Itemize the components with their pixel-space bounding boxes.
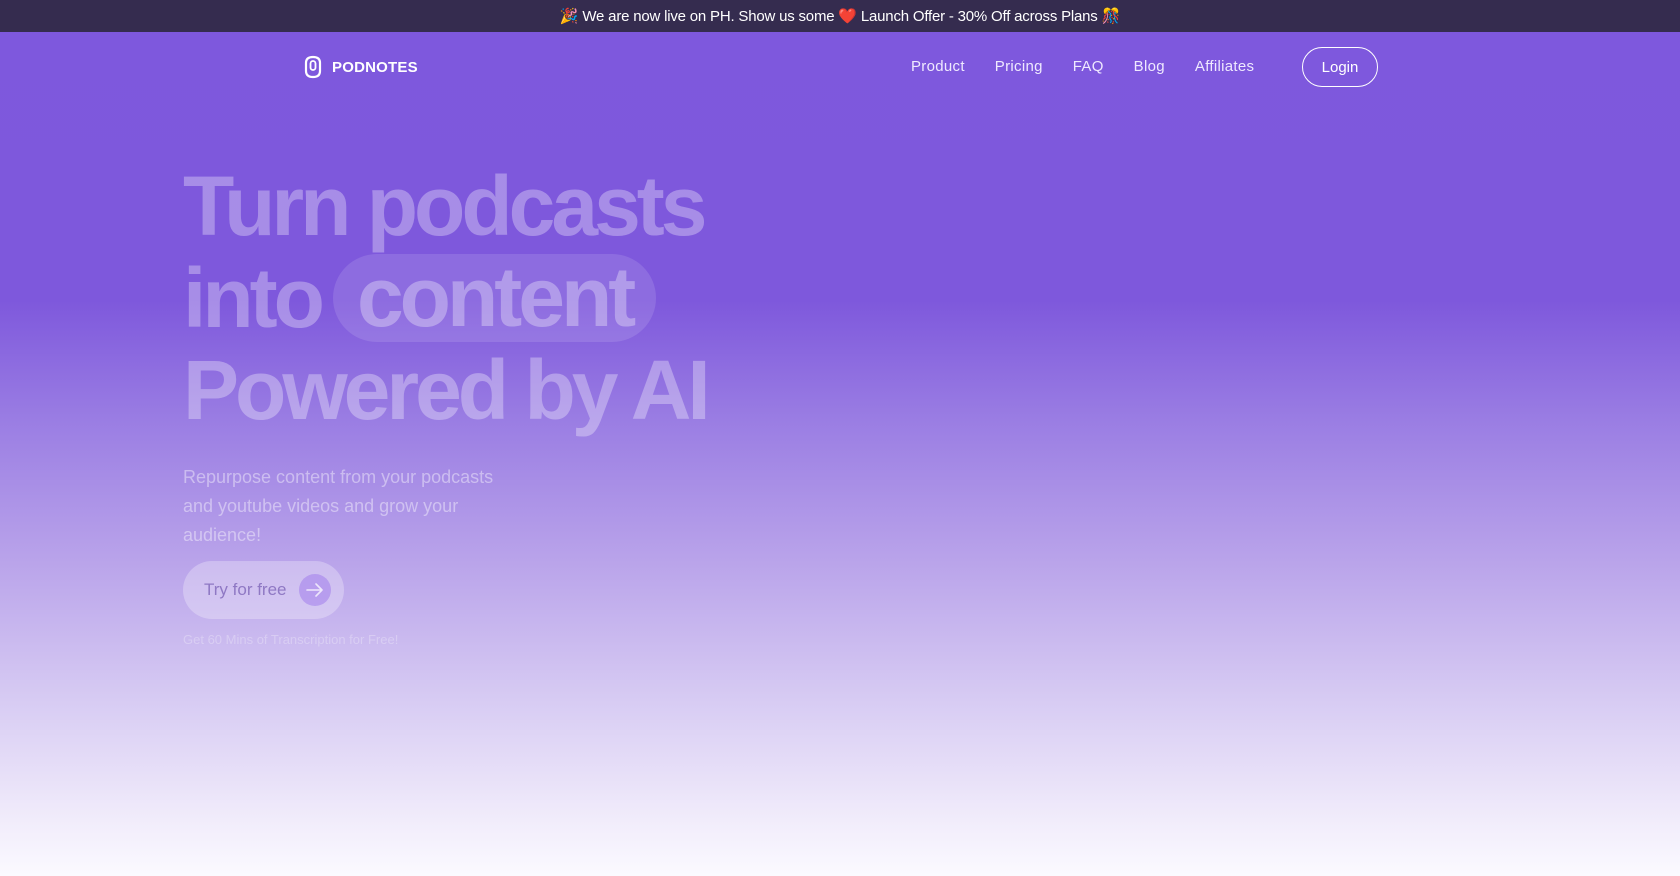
banner-text-start: We are now live on PH. Show us some <box>582 7 835 25</box>
nav-link-pricing[interactable]: Pricing <box>995 58 1043 75</box>
brand-logo[interactable]: PODNOTES <box>302 55 418 79</box>
free-trial-note: Get 60 Mins of Transcription for Free! <box>183 632 399 647</box>
arrow-right-icon <box>298 574 331 606</box>
top-navigation: PODNOTES Product Pricing FAQ Blog Affili… <box>0 32 1680 104</box>
nav-link-blog[interactable]: Blog <box>1134 58 1165 75</box>
announcement-banner[interactable]: 🎉 We are now live on PH. Show us some ❤️… <box>0 0 1680 32</box>
party-popper-icon: 🎉 <box>559 8 579 25</box>
podnotes-logo-icon <box>304 55 322 79</box>
landing-page: 🎉 We are now live on PH. Show us some ❤️… <box>0 0 1680 876</box>
confetti-icon: 🎊 <box>1101 8 1121 25</box>
hero-line-2-prefix: into <box>183 251 325 345</box>
nav-link-faq[interactable]: FAQ <box>1073 58 1104 75</box>
nav-links: Product Pricing FAQ Blog Affiliates <box>911 58 1284 75</box>
try-for-free-button[interactable]: Try for free <box>183 561 344 619</box>
banner-text-end: Launch Offer - 30% Off across Plans <box>860 7 1098 25</box>
heart-icon: ❤️ <box>838 8 857 25</box>
hero-highlight-pill: content <box>332 254 657 342</box>
login-button[interactable]: Login <box>1302 47 1378 87</box>
hero-line-2: into content <box>183 252 707 344</box>
cta-label: Try for free <box>204 580 287 599</box>
nav-link-affiliates[interactable]: Affiliates <box>1195 58 1254 75</box>
hero-subtitle: Repurpose content from your podcasts and… <box>183 467 494 545</box>
hero-line-3: Powered by AI <box>183 343 711 437</box>
nav-link-product[interactable]: Product <box>911 58 965 75</box>
hero-heading: Turn podcasts into content Powered by AI <box>183 159 711 437</box>
brand-name: PODNOTES <box>332 58 418 76</box>
hero-line-1: Turn podcasts <box>183 159 707 253</box>
